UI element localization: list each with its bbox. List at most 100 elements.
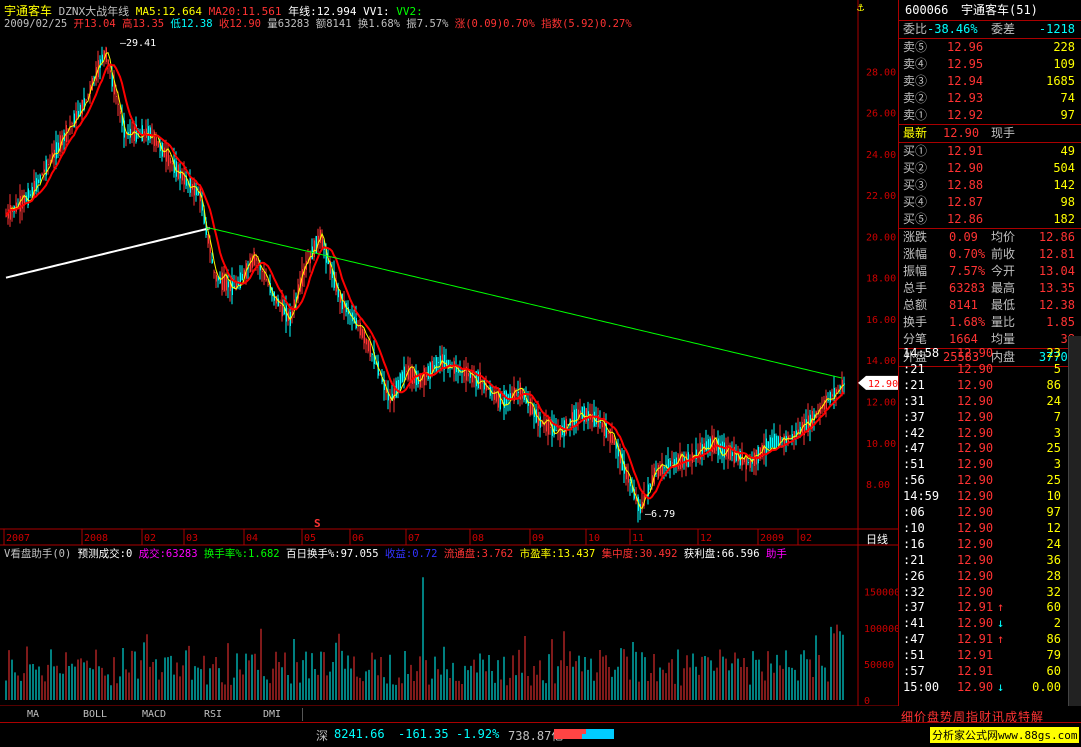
time-tick-label: 06 [352,533,364,544]
candle-body [157,141,159,148]
vol-volume: 成交:63283 [138,548,198,560]
buy-row: 买③ 12.88 142 [903,178,1075,192]
candle-body [313,240,315,258]
quote-panel: 600066 宇通客车(51) 委比 -38.46% 委差 -1218 卖⑤ 12… [898,0,1081,724]
time-tick-label: 02 [800,533,812,544]
candle-body [169,158,171,164]
tick-row: :21 12.90 5 [903,361,1061,376]
vol-liutong: 流通盘:3.762 [443,548,514,560]
tick-row: :06 12.90 97 [903,505,1061,519]
candle-body [585,408,587,422]
latest-row: 最新 12.90 现手 [903,126,1016,140]
price-tick-label: 28.00 [866,67,896,78]
candle-body [367,340,369,352]
candle-body [209,247,211,253]
volume-header: V看盘助手(0) 预测成交:0 成交:63283 换手率%:1.682 百日换手… [4,546,787,561]
candle-body [109,70,111,73]
chart-canvas[interactable]: 28.00 26.00 24.00 22.00 20.00 18.00 16.00 14.00… [0,0,898,706]
price-tick-label: 20.00 [866,232,896,243]
candle-body [77,111,79,117]
ohlc-index: 指数(5.92)0.27% [541,18,632,30]
vol-bairi: 百日换手%:97.055 [285,548,379,560]
candle-body [101,54,103,63]
candle-body [433,365,435,368]
candle-body [153,131,155,146]
tab-ma[interactable]: MA [0,708,67,721]
candle-body [531,405,533,414]
price-tick-label: 12.00 [866,397,896,408]
candle-body [87,94,89,96]
candle-body [573,409,575,427]
candle-body [41,173,43,176]
candle-body [217,278,219,281]
anchor-icon[interactable]: ⚓ [857,0,864,14]
time-tick-label: 2009 [760,533,784,544]
period-label[interactable]: 日线 [866,531,888,547]
tab-boll[interactable]: BOLL [66,708,125,721]
candle-body [783,435,785,444]
price-tick-label: 22.00 [866,191,896,202]
candle-body [397,380,399,390]
tick-row: :51 12.90 3 [903,457,1061,472]
candle-body [115,96,117,98]
price-tick-label: 10.00 [866,439,896,450]
stock-name: 宇通客车(51) [961,3,1038,17]
ohlc-open: 开13.04 [73,18,116,30]
candle-body [49,159,51,162]
time-tick-label: 11 [632,533,644,544]
candle-body [267,283,269,285]
candle-body [171,163,173,165]
tab-macd[interactable]: MACD [124,708,185,721]
tab-dmi[interactable]: DMI [242,708,303,721]
tick-row: :47 12.90 25 [903,441,1061,456]
candle-body [361,328,363,338]
candle-body [213,271,215,273]
candle-body [403,366,405,379]
tick-row: :26 12.90 28 [903,568,1061,583]
market-label: 深 [316,729,329,743]
time-tick-label: 09 [532,533,544,544]
candle-body [473,377,475,379]
vol-shouyi: 收益:0.72 [384,548,438,560]
candle-body [365,338,367,345]
sell-row: 卖③ 12.94 1685 [903,74,1075,88]
tick-row: :37 12.90 7 [903,409,1061,424]
candle-body [401,371,403,382]
candle-body [825,395,827,409]
candle-body [829,392,831,403]
time-tick-label: 08 [472,533,484,544]
tick-scrollbar[interactable] [1068,336,1081,706]
candle-body [155,137,157,146]
indicator-tabs: MA BOLL MACD RSI DMI [0,708,898,722]
vol-jizhong: 集中度:30.492 [601,548,678,560]
time-tick-label: 10 [588,533,600,544]
tick-row: 14:58 12.90 23 [903,346,1061,360]
candle-body [47,164,49,166]
candle-body [611,434,613,444]
candle-body [529,398,531,415]
candle-body [731,452,733,457]
candle-body [469,373,471,378]
tick-row: :10 12.90 12 [903,520,1061,535]
tick-row: :37 12.91 ↑ 60 [903,600,1061,615]
tick-row: :21 12.90 36 [903,552,1061,567]
tick-row: :41 12.90 ↓ 2 [903,616,1061,631]
tick-row: 14:59 12.90 10 [903,489,1061,504]
buy-row: 买① 12.91 49 [903,144,1075,158]
time-tick-label: 02 [144,533,156,544]
candle-body [437,362,439,364]
market-change: -161.35 [398,727,449,741]
candle-body [777,436,779,446]
candle-body [389,399,391,404]
tab-rsi[interactable]: RSI [184,708,243,721]
ohlc-low: 低12.38 [170,18,213,30]
vol-huoli: 获利盘:66.596 [683,548,760,560]
ohlc-amplitude: 振7.57% [406,18,449,30]
candle-body [607,432,609,434]
candle-body [57,142,59,152]
market-index: 8241.66 [334,727,385,741]
kline-chart-area[interactable]: 28.00 26.00 24.00 22.00 20.00 18.00 16.00 14.00… [0,0,898,706]
candle-body [709,438,711,448]
site-label[interactable]: 分析家公式网www.88gs.com [930,727,1080,743]
candle-body [681,454,683,468]
